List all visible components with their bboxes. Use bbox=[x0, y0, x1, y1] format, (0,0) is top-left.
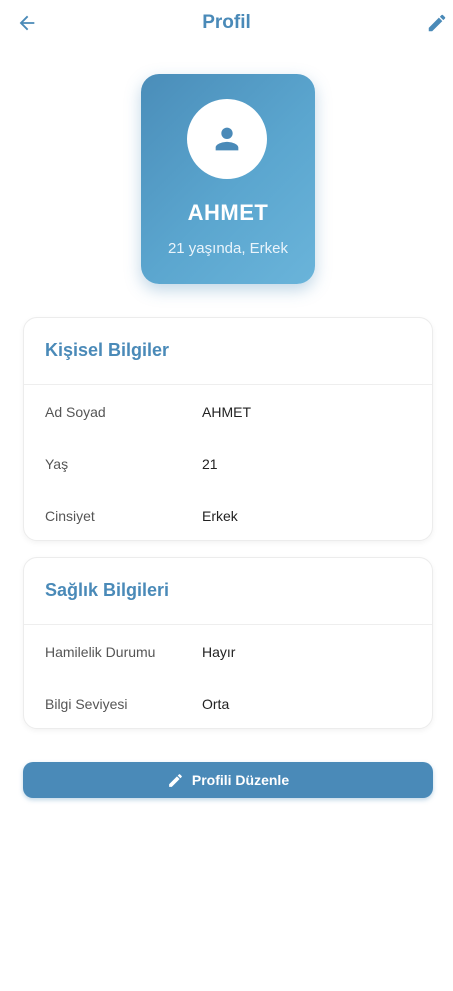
app-header: Profil bbox=[0, 0, 453, 48]
row-value-gender: Erkek bbox=[202, 508, 238, 524]
row-label-pregnancy: Hamilelik Durumu bbox=[45, 644, 156, 660]
divider bbox=[24, 384, 432, 385]
health-info-card: Sağlık Bilgileri Hamilelik Durumu Hayır … bbox=[23, 557, 433, 729]
profile-summary-card: AHMET 21 yaşında, Erkek bbox=[141, 74, 315, 284]
row-value-full-name: AHMET bbox=[202, 404, 251, 420]
divider bbox=[24, 624, 432, 625]
row-label-full-name: Ad Soyad bbox=[45, 404, 106, 420]
personal-info-title: Kişisel Bilgiler bbox=[45, 340, 170, 360]
profile-screen: Profil AHMET 21 yaşında, Erkek Kişisel B… bbox=[0, 0, 453, 991]
person-icon bbox=[215, 127, 239, 151]
avatar bbox=[187, 99, 267, 179]
edit-profile-label: Profili Düzenle bbox=[191, 772, 290, 788]
row-value-pregnancy: Hayır bbox=[202, 644, 236, 660]
personal-info-card: Kişisel Bilgiler Ad Soyad AHMET Yaş 21 C… bbox=[23, 317, 433, 541]
pencil-icon bbox=[169, 773, 182, 787]
row-label-gender: Cinsiyet bbox=[45, 508, 95, 524]
edit-profile-button[interactable]: Profili Düzenle bbox=[23, 762, 433, 798]
row-label-age: Yaş bbox=[45, 456, 69, 472]
row-value-age: 21 bbox=[202, 456, 218, 472]
row-label-knowledge-level: Bilgi Seviyesi bbox=[45, 696, 128, 712]
row-value-knowledge-level: Orta bbox=[202, 696, 230, 712]
health-info-title: Sağlık Bilgileri bbox=[45, 580, 170, 600]
page-title: Profil bbox=[202, 12, 251, 33]
profile-subtitle: 21 yaşında, Erkek bbox=[167, 240, 289, 257]
pencil-icon bbox=[428, 14, 446, 32]
profile-name: AHMET bbox=[187, 200, 269, 225]
edit-button[interactable] bbox=[421, 7, 453, 39]
